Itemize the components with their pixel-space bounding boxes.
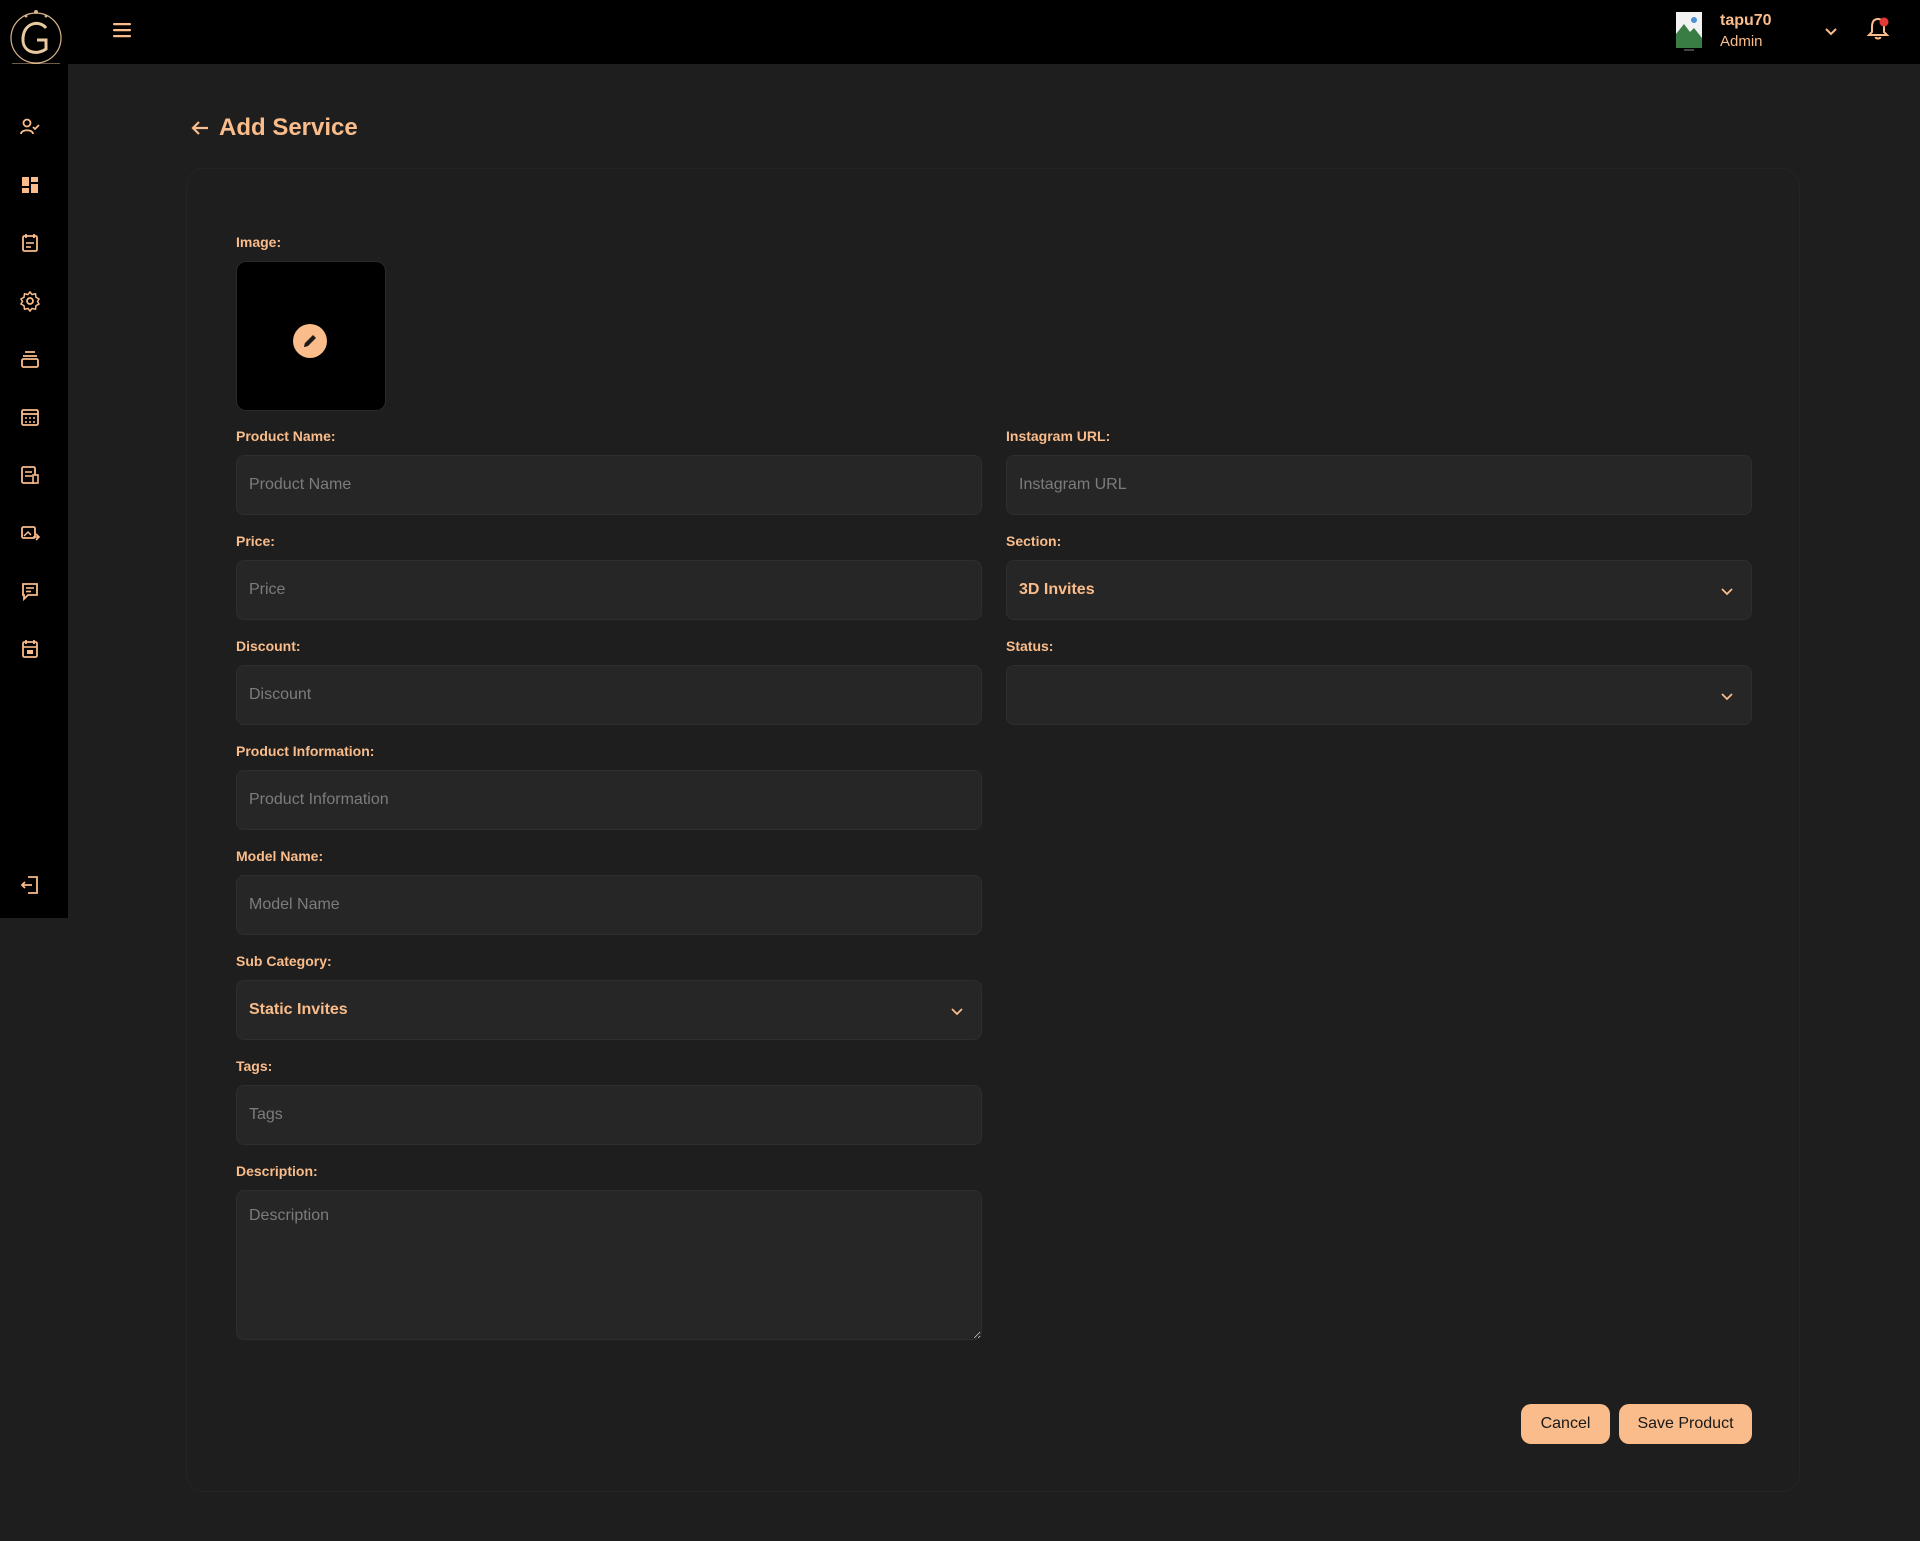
tags-label: Tags:	[236, 1058, 273, 1074]
discount-input[interactable]	[236, 665, 982, 725]
user-role: Admin	[1720, 33, 1763, 50]
chevron-down-icon[interactable]	[1822, 22, 1840, 40]
avatar[interactable]	[1670, 10, 1706, 52]
user-check-icon[interactable]	[19, 116, 41, 138]
top-bar: tapu70 Admin	[0, 0, 1920, 65]
price-label: Price:	[236, 533, 275, 549]
image-upload[interactable]	[236, 261, 386, 411]
dashboard-icon[interactable]	[19, 174, 41, 196]
settings-icon[interactable]	[19, 290, 41, 312]
notification-bell-icon[interactable]	[1866, 16, 1890, 42]
status-select[interactable]	[1006, 665, 1752, 725]
model-name-label: Model Name:	[236, 848, 324, 864]
logout-icon[interactable]	[19, 874, 41, 896]
user-name: tapu70	[1720, 12, 1772, 29]
description-label: Description:	[236, 1163, 318, 1179]
calendar-note-icon[interactable]	[19, 232, 41, 254]
sub-category-select[interactable]: Static Invites	[236, 980, 982, 1040]
brand-logo	[10, 10, 62, 65]
instagram-url-input[interactable]	[1006, 455, 1752, 515]
back-arrow-icon[interactable]	[188, 116, 212, 140]
status-label: Status:	[1006, 638, 1054, 654]
product-name-label: Product Name:	[236, 428, 336, 444]
product-name-input[interactable]	[236, 455, 982, 515]
layers-icon[interactable]	[19, 348, 41, 370]
calendar-check-icon[interactable]	[19, 638, 41, 660]
edit-image-button[interactable]	[293, 324, 327, 358]
product-information-label: Product Information:	[236, 743, 375, 759]
cancel-button[interactable]: Cancel	[1521, 1404, 1610, 1444]
chevron-down-icon	[1721, 693, 1733, 701]
image-label: Image:	[236, 234, 282, 250]
pencil-icon	[304, 335, 316, 347]
sub-category-selected-value: Static Invites	[249, 1001, 348, 1018]
page-title: Add Service	[219, 114, 358, 141]
tags-input[interactable]	[236, 1085, 982, 1145]
chevron-down-icon	[951, 1008, 963, 1016]
section-label: Section:	[1006, 533, 1062, 549]
model-name-input[interactable]	[236, 875, 982, 935]
section-selected-value: 3D Invites	[1019, 581, 1095, 598]
price-input[interactable]	[236, 560, 982, 620]
chevron-down-icon	[1721, 588, 1733, 596]
document-list-icon[interactable]	[19, 464, 41, 486]
discount-label: Discount:	[236, 638, 301, 654]
instagram-url-label: Instagram URL:	[1006, 428, 1111, 444]
save-product-button[interactable]: Save Product	[1619, 1404, 1752, 1444]
sidebar	[0, 64, 68, 918]
sub-category-label: Sub Category:	[236, 953, 332, 969]
description-textarea[interactable]	[236, 1190, 982, 1340]
menu-toggle-icon[interactable]	[110, 18, 134, 42]
calendar-icon[interactable]	[19, 406, 41, 428]
product-information-input[interactable]	[236, 770, 982, 830]
section-select[interactable]: 3D Invites	[1006, 560, 1752, 620]
message-icon[interactable]	[19, 580, 41, 602]
image-export-icon[interactable]	[19, 522, 41, 544]
